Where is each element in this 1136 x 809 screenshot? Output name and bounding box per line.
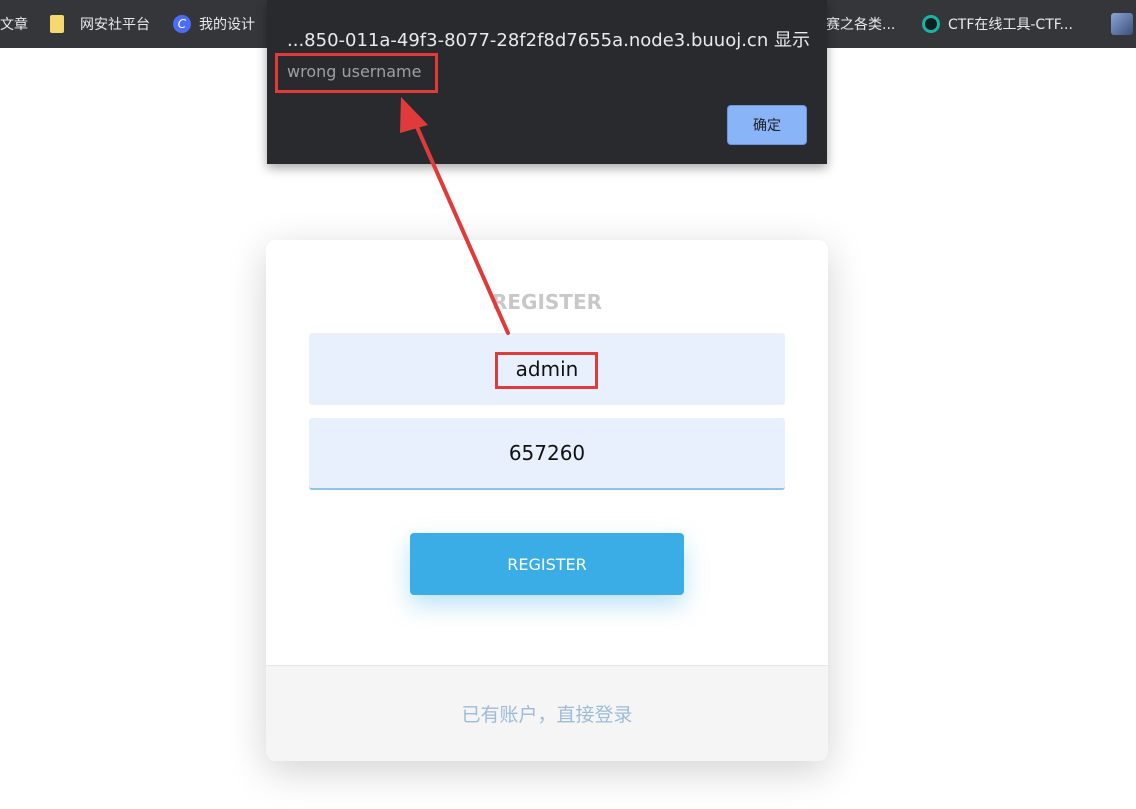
- bookmark-label: CTF在线工具-CTF...: [948, 17, 1073, 33]
- bookmark-label: 我的设计: [199, 17, 255, 33]
- alert-title: ...850-011a-49f3-8077-28f2f8d7655a.node3…: [287, 30, 810, 51]
- bookmark-ctf-tools[interactable]: CTF在线工具-CTF...: [922, 0, 1073, 48]
- bookmark-articles[interactable]: 文章: [0, 0, 28, 48]
- tool-icon: [922, 15, 940, 33]
- c-logo-icon: C: [173, 15, 191, 33]
- password-value: 657260: [508, 441, 586, 465]
- bookmark-wangan[interactable]: 网安社平台: [50, 0, 150, 48]
- site-icon: [1111, 13, 1133, 35]
- message-highlight-box: [275, 53, 438, 93]
- bookmark-my-design[interactable]: C 我的设计: [173, 0, 255, 48]
- bookmark-label: 文章: [0, 17, 28, 33]
- register-button[interactable]: REGISTER: [410, 533, 684, 595]
- bookmark-site[interactable]: [1111, 0, 1133, 48]
- login-link[interactable]: 已有账户，直接登录: [461, 700, 632, 727]
- register-card: REGISTER admin 657260 REGISTER 已有账户，直接登录: [266, 240, 828, 761]
- bookmark-label: 网安社平台: [80, 17, 150, 33]
- form-title: REGISTER: [491, 290, 603, 314]
- password-input[interactable]: 657260: [309, 418, 785, 490]
- username-highlight-box: [495, 352, 598, 389]
- folder-icon: [50, 15, 64, 33]
- bookmark-ctf-categories[interactable]: 赛之各类...: [826, 0, 895, 48]
- bookmark-label: 赛之各类...: [826, 17, 896, 33]
- card-footer: 已有账户，直接登录: [266, 665, 828, 761]
- ok-button[interactable]: 确定: [727, 105, 807, 145]
